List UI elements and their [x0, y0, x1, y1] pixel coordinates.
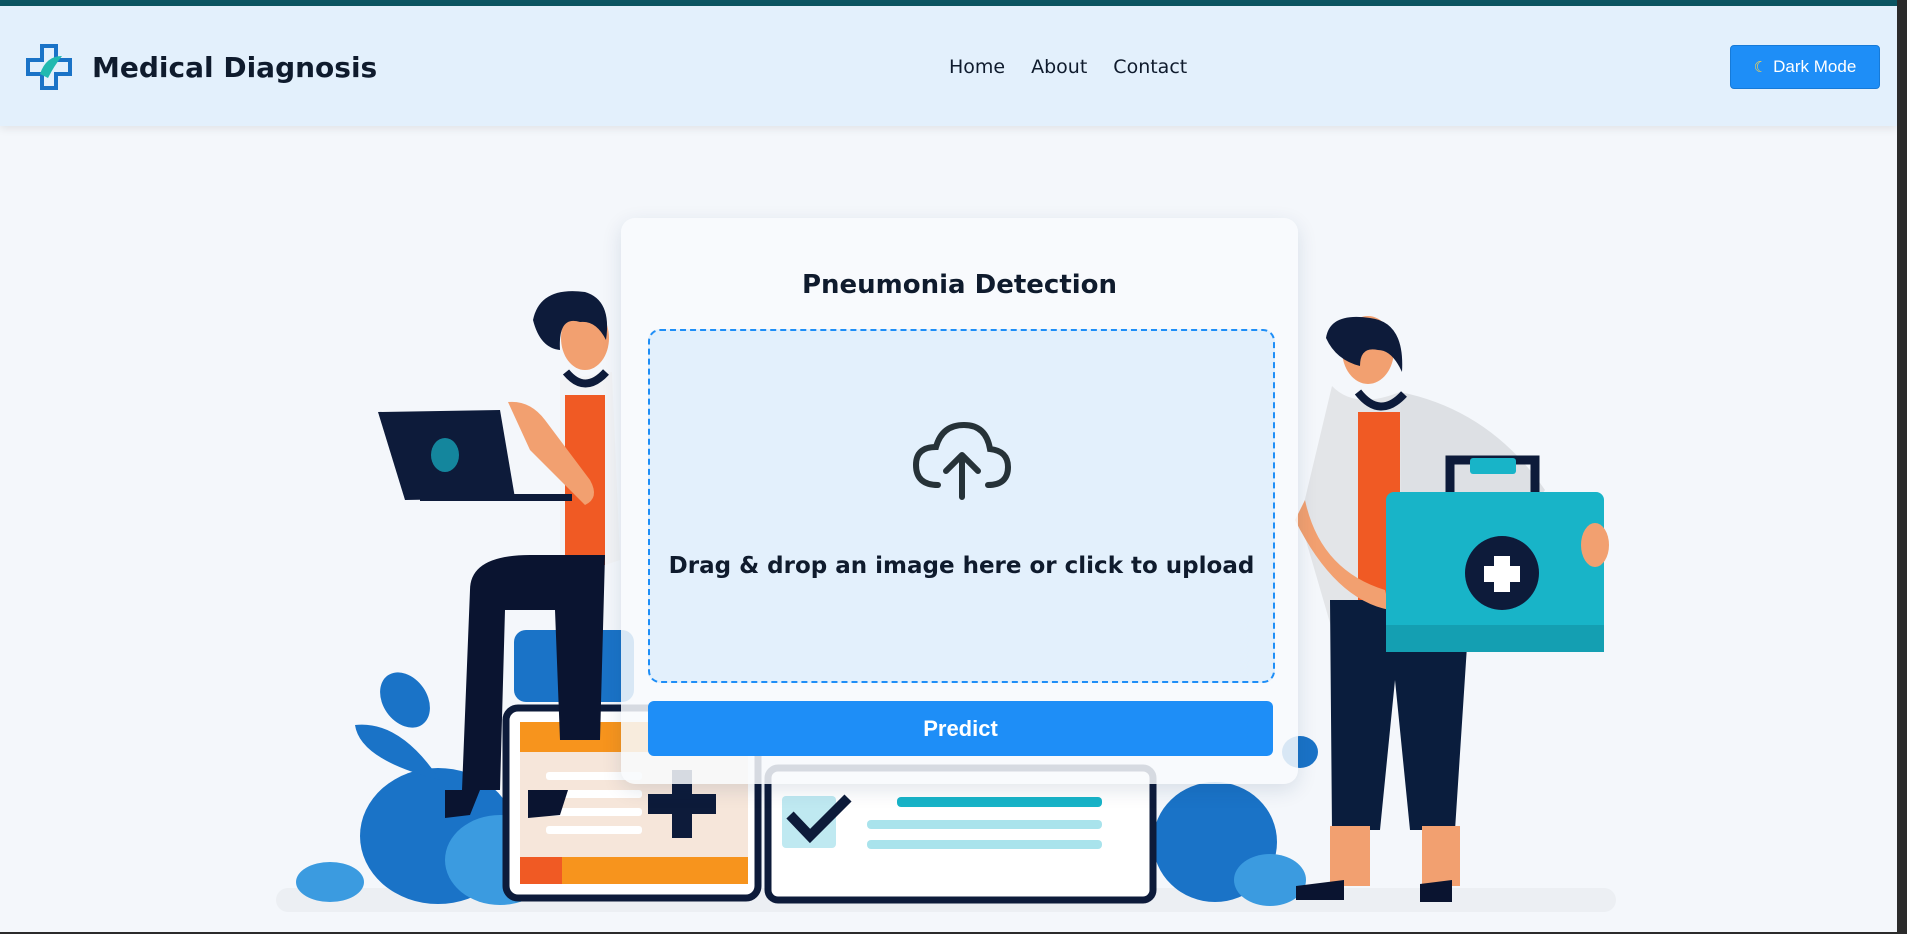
- dark-mode-button[interactable]: ☾ Dark Mode: [1730, 45, 1880, 89]
- dark-mode-label: Dark Mode: [1773, 57, 1857, 76]
- nav-link-about[interactable]: About: [1031, 56, 1087, 78]
- upload-card: Pneumonia Detection Drag & drop an image…: [621, 218, 1298, 784]
- card-title: Pneumonia Detection: [801, 270, 1118, 300]
- window-edge: [1897, 0, 1907, 934]
- nav-link-home[interactable]: Home: [949, 56, 1005, 78]
- brand[interactable]: Medical Diagnosis: [26, 44, 377, 90]
- navbar: Medical Diagnosis Home About Contact ☾ D…: [0, 6, 1897, 126]
- nav-links: Home About Contact: [949, 56, 1187, 78]
- dropzone-text: Drag & drop an image here or click to up…: [668, 553, 1255, 579]
- cloud-upload-icon: [912, 421, 1012, 500]
- image-dropzone[interactable]: Drag & drop an image here or click to up…: [648, 329, 1275, 683]
- nav-link-contact[interactable]: Contact: [1113, 56, 1187, 78]
- predict-button[interactable]: Predict: [648, 701, 1273, 756]
- medical-cross-logo-icon: [26, 44, 72, 90]
- moon-icon: ☾: [1753, 59, 1768, 76]
- brand-title: Medical Diagnosis: [92, 50, 378, 84]
